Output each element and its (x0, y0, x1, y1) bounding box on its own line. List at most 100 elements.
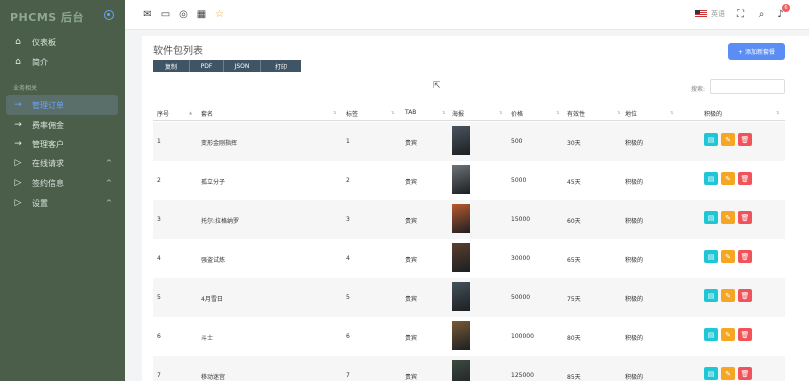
column-header-validity[interactable]: 有效性 ⇅ (567, 109, 620, 118)
cell-validity: 30天 (567, 140, 581, 147)
search-icon[interactable]: ⌕ (756, 9, 767, 20)
sidebar-item-profile[interactable]: ⌂ 简介 (0, 52, 125, 72)
cell-tab: 贵宾 (405, 218, 418, 225)
cell-no: 4 (157, 255, 161, 262)
row-actions: ▤ ✎ 🗑 (704, 133, 752, 146)
cell-validity: 45天 (567, 179, 581, 186)
edit-button[interactable]: ✎ (721, 367, 735, 380)
cell-no: 6 (157, 333, 161, 340)
view-button[interactable]: ▤ (704, 133, 718, 146)
cell-status: 积极的 (625, 140, 644, 147)
delete-button[interactable]: 🗑 (738, 250, 752, 263)
poster-image (452, 243, 470, 272)
page-title: 软件包列表 (153, 46, 203, 57)
cell-validity: 60天 (567, 218, 581, 225)
cell-tag: 5 (346, 294, 350, 301)
topbar: ✉ ▭ ◎ ▦ ☆ 英语 ⛶ ⌕ ♪ 6 (125, 0, 809, 30)
sidebar-item-label: 费率佣金 (32, 120, 64, 130)
column-header-name[interactable]: 套名 ⇅ (201, 109, 336, 118)
column-header-price[interactable]: 价格 ⇅ (511, 109, 559, 118)
cell-price: 125000 (511, 372, 534, 379)
json-button[interactable]: JSON (224, 60, 261, 72)
language-selector[interactable]: 英语 (695, 9, 725, 19)
sidebar-item-commission[interactable]: → 费率佣金 (0, 115, 125, 135)
cell-name: 强盗试炼 (201, 257, 226, 264)
sidebar-item-orders[interactable]: → 管理订单 (6, 95, 118, 115)
chevron-up-icon: ^ (106, 199, 112, 207)
column-header-tab[interactable]: TAB ⇅ (405, 109, 445, 116)
sidebar-section-label: 业务相关 (13, 85, 38, 92)
home-icon: ⌂ (15, 57, 21, 67)
view-button[interactable]: ▤ (704, 211, 718, 224)
column-header-status[interactable]: 地位 ⇅ (625, 109, 673, 118)
delete-button[interactable]: 🗑 (738, 211, 752, 224)
mouse-cursor-icon: ⇱ (433, 81, 441, 91)
view-button[interactable]: ▤ (704, 328, 718, 341)
sidebar-item-contracts[interactable]: ▷ 签约信息 ^ (0, 173, 125, 193)
add-package-button[interactable]: + 添加新套餐 (728, 43, 785, 60)
copy-button[interactable]: 复制 (153, 60, 190, 72)
chevron-up-icon: ^ (106, 179, 112, 187)
column-header-poster[interactable]: 海报 ⇅ (452, 109, 502, 118)
cell-validity: 65天 (567, 257, 581, 264)
delete-button[interactable]: 🗑 (738, 133, 752, 146)
mail-icon[interactable]: ✉ (142, 9, 153, 20)
delete-button[interactable]: 🗑 (738, 172, 752, 185)
sidebar-item-settings[interactable]: ▷ 设置 ^ (0, 193, 125, 213)
view-button[interactable]: ▤ (704, 250, 718, 263)
edit-button[interactable]: ✎ (721, 289, 735, 302)
pdf-button[interactable]: PDF (190, 60, 224, 72)
print-button[interactable]: 打印 (261, 60, 301, 72)
table-row: 4 强盗试炼 4 贵宾 30000 65天 积极的 ▤ ✎ 🗑 (153, 239, 785, 278)
fullscreen-icon[interactable]: ⛶ (735, 9, 746, 20)
cell-name: 4月雪日 (201, 296, 223, 303)
view-button[interactable]: ▤ (704, 367, 718, 380)
cell-tab: 贵宾 (405, 257, 418, 264)
sidebar-item-label: 仪表板 (32, 37, 56, 47)
sidebar-item-requests[interactable]: ▷ 在线请求 ^ (0, 153, 125, 173)
arrow-right-icon: → (14, 139, 22, 149)
chat-icon[interactable]: ▭ (160, 9, 171, 20)
sidebar-toggle-icon[interactable] (104, 10, 114, 20)
language-label: 英语 (711, 10, 725, 18)
edit-button[interactable]: ✎ (721, 172, 735, 185)
sidebar-item-customers[interactable]: → 管理客户 (0, 134, 125, 154)
column-header-no[interactable]: 序号 ▲ (157, 109, 192, 118)
cell-no: 7 (157, 372, 161, 379)
cell-price: 100000 (511, 333, 534, 340)
row-actions: ▤ ✎ 🗑 (704, 211, 752, 224)
view-button[interactable]: ▤ (704, 289, 718, 302)
search-input[interactable] (710, 79, 785, 94)
sidebar-item-label: 简介 (32, 57, 48, 67)
cell-validity: 75天 (567, 296, 581, 303)
calendar-icon[interactable]: ▦ (196, 9, 207, 20)
column-header-actions[interactable]: 积极的 ⇅ (704, 109, 779, 118)
chevron-up-icon: ^ (106, 159, 112, 167)
delete-button[interactable]: 🗑 (738, 367, 752, 380)
delete-button[interactable]: 🗑 (738, 328, 752, 341)
sidebar-item-dashboard[interactable]: ⌂ 仪表板 (0, 32, 125, 52)
cell-no: 2 (157, 177, 161, 184)
check-circle-icon[interactable]: ◎ (178, 9, 189, 20)
edit-button[interactable]: ✎ (721, 211, 735, 224)
column-header-tag[interactable]: 标签 ⇅ (346, 109, 394, 118)
edit-button[interactable]: ✎ (721, 133, 735, 146)
star-icon[interactable]: ☆ (214, 9, 225, 20)
home-icon: ⌂ (15, 37, 21, 47)
table-row: 1 变形金刚指挥 1 贵宾 500 30天 积极的 ▤ ✎ 🗑 (153, 122, 785, 161)
package-list-card: 软件包列表 复制 PDF JSON 打印 + 添加新套餐 ⇱ 搜索: 序号 ▲ 套… (142, 36, 809, 381)
edit-button[interactable]: ✎ (721, 328, 735, 341)
cell-tag: 6 (346, 333, 350, 340)
edit-button[interactable]: ✎ (721, 250, 735, 263)
table-row: 3 托尔:拉格纳罗 3 贵宾 15000 60天 积极的 ▤ ✎ 🗑 (153, 200, 785, 239)
row-actions: ▤ ✎ 🗑 (704, 289, 752, 302)
delete-button[interactable]: 🗑 (738, 289, 752, 302)
cell-name: 变形金刚指挥 (201, 140, 238, 147)
poster-image (452, 126, 470, 155)
us-flag-icon (695, 10, 707, 18)
table-row: 2 孤立分子 2 贵宾 5000 45天 积极的 ▤ ✎ 🗑 (153, 161, 785, 200)
cell-tag: 2 (346, 177, 350, 184)
cell-price: 50000 (511, 294, 531, 301)
row-actions: ▤ ✎ 🗑 (704, 328, 752, 341)
view-button[interactable]: ▤ (704, 172, 718, 185)
